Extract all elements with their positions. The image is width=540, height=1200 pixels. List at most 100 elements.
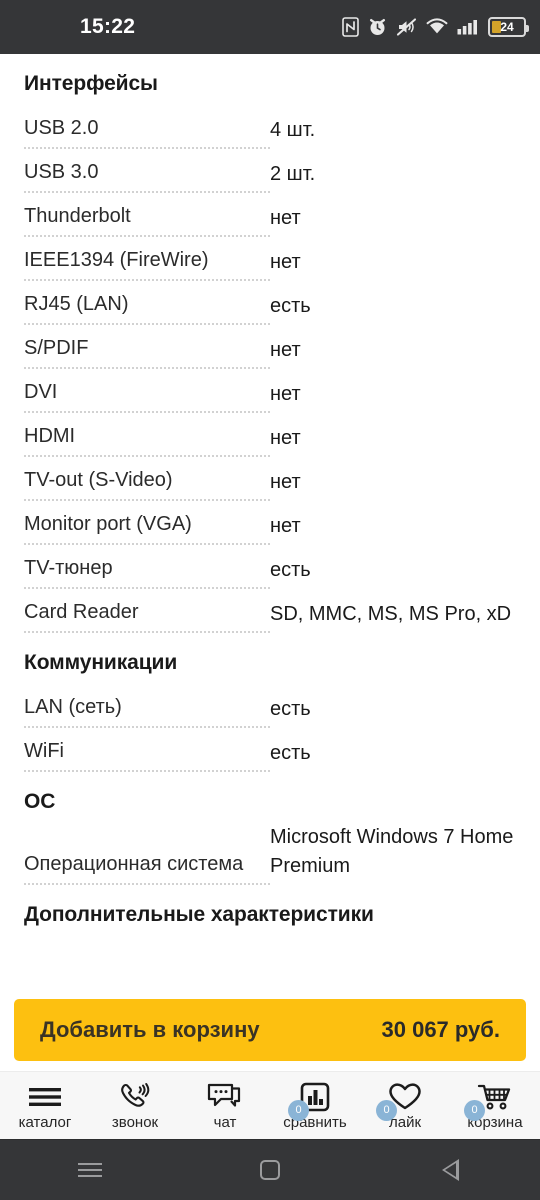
- spec-value: нет: [270, 383, 301, 405]
- spec-label-cell: RJ45 (LAN): [24, 290, 270, 325]
- spec-value: нет: [270, 427, 301, 449]
- spec-value: есть: [270, 295, 311, 317]
- tab-call[interactable]: звонок: [90, 1072, 180, 1139]
- mute-icon: [396, 18, 417, 36]
- home-button[interactable]: [240, 1140, 300, 1200]
- spec-value: есть: [270, 698, 311, 720]
- spec-row: Monitor port (VGA) нет: [24, 501, 516, 545]
- spec-label-cell: Операционная система: [24, 850, 270, 885]
- phone-call-icon: [118, 1081, 152, 1113]
- spec-label: IEEE1394 (FireWire): [24, 246, 270, 281]
- spec-label: LAN (сеть): [24, 693, 270, 728]
- tab-call-label: звонок: [111, 1113, 159, 1131]
- spec-value: нет: [270, 207, 301, 229]
- spec-label: USB 2.0: [24, 114, 270, 149]
- spec-label: USB 3.0: [24, 158, 270, 193]
- spec-label: HDMI: [24, 422, 270, 457]
- spec-label: RJ45 (LAN): [24, 290, 270, 325]
- add-to-cart-bar: Добавить в корзину 30 067 руб.: [0, 991, 540, 1071]
- tab-cart[interactable]: 0 корзина: [450, 1072, 540, 1139]
- spec-label: TV-тюнер: [24, 554, 270, 589]
- back-icon: [441, 1159, 459, 1181]
- android-system-navigation: [0, 1139, 540, 1200]
- spec-row: Card Reader SD, MMC, MS, MS Pro, xD: [24, 589, 516, 633]
- spec-value: есть: [270, 742, 311, 764]
- battery-percent-label: 24: [500, 20, 514, 34]
- spec-label-cell: Card Reader: [24, 598, 270, 633]
- compare-bar-chart-icon: 0: [288, 1081, 330, 1121]
- spec-label: TV-out (S-Video): [24, 466, 270, 501]
- spec-section-title: Дополнительные характеристики: [24, 903, 374, 926]
- spec-value: нет: [270, 339, 301, 361]
- app-bottom-navigation: каталог звонок чат 0 сравнить 0 лайк 0 к…: [0, 1071, 540, 1139]
- spec-label-cell: USB 3.0: [24, 158, 270, 193]
- chat-bubble-icon: [206, 1081, 244, 1113]
- home-icon: [260, 1160, 280, 1180]
- product-price: 30 067 руб.: [381, 1017, 501, 1042]
- tab-compare[interactable]: 0 сравнить: [270, 1072, 360, 1139]
- tab-like[interactable]: 0 лайк: [360, 1072, 450, 1139]
- spec-section-title: Интерфейсы: [24, 72, 158, 95]
- spec-row: RJ45 (LAN) есть: [24, 281, 516, 325]
- heart-icon: 0: [376, 1081, 422, 1121]
- spec-label: Monitor port (VGA): [24, 510, 270, 545]
- spec-row: IEEE1394 (FireWire) нет: [24, 237, 516, 281]
- spec-label: DVI: [24, 378, 270, 413]
- hamburger-menu-icon: [27, 1081, 63, 1113]
- spec-value: нет: [270, 251, 301, 273]
- spec-label-cell: TV-тюнер: [24, 554, 270, 589]
- cart-count-badge: 0: [464, 1099, 485, 1121]
- spec-label-cell: Thunderbolt: [24, 202, 270, 237]
- add-to-cart-button[interactable]: Добавить в корзину 30 067 руб.: [14, 999, 526, 1061]
- spec-label-cell: USB 2.0: [24, 114, 270, 149]
- tab-chat[interactable]: чат: [180, 1072, 270, 1139]
- spec-row: TV-out (S-Video) нет: [24, 457, 516, 501]
- spec-value: 2 шт.: [270, 163, 316, 185]
- spec-label-cell: DVI: [24, 378, 270, 413]
- compare-count-badge: 0: [288, 1099, 309, 1121]
- spec-value: SD, MMC, MS, MS Pro, xD: [270, 603, 512, 625]
- spec-value: нет: [270, 515, 301, 537]
- spec-label-cell: IEEE1394 (FireWire): [24, 246, 270, 281]
- spec-row: USB 2.0 4 шт.: [24, 105, 516, 149]
- spec-row: Операционная система Microsoft Windows 7 …: [24, 823, 516, 885]
- cellular-signal-icon: [457, 20, 477, 35]
- spec-label: Thunderbolt: [24, 202, 270, 237]
- tab-chat-label: чат: [213, 1113, 237, 1131]
- spec-label: Операционная система: [24, 850, 270, 885]
- nfc-icon: [342, 17, 359, 37]
- add-to-cart-label: Добавить в корзину: [40, 1017, 260, 1042]
- tab-catalog[interactable]: каталог: [0, 1072, 90, 1139]
- status-bar-clock: 15:22: [80, 15, 136, 38]
- like-count-badge: 0: [376, 1099, 397, 1121]
- spec-label-cell: HDMI: [24, 422, 270, 457]
- spec-label: S/PDIF: [24, 334, 270, 369]
- battery-icon: 24: [488, 17, 529, 37]
- spec-row: USB 3.0 2 шт.: [24, 149, 516, 193]
- product-specifications-list[interactable]: Интерфейсы USB 2.0 4 шт. USB 3.0 2 шт. Thunde…: [0, 54, 540, 1015]
- spec-row: HDMI нет: [24, 413, 516, 457]
- alarm-icon: [370, 19, 385, 35]
- spec-value: 4 шт.: [270, 119, 316, 141]
- spec-label-cell: S/PDIF: [24, 334, 270, 369]
- spec-row: TV-тюнер есть: [24, 545, 516, 589]
- spec-section-title: Коммуникации: [24, 651, 178, 674]
- spec-row: S/PDIF нет: [24, 325, 516, 369]
- spec-label-cell: Monitor port (VGA): [24, 510, 270, 545]
- spec-value: нет: [270, 471, 301, 493]
- spec-row: Thunderbolt нет: [24, 193, 516, 237]
- recents-button[interactable]: [60, 1140, 120, 1200]
- spec-section-title: ОС: [24, 790, 56, 813]
- spec-value: есть: [270, 559, 311, 581]
- back-button[interactable]: [420, 1140, 480, 1200]
- spec-label-cell: WiFi: [24, 737, 270, 772]
- shopping-cart-icon: 0: [464, 1081, 514, 1121]
- spec-label: WiFi: [24, 737, 270, 772]
- status-bar-icons: 24: [342, 17, 529, 37]
- spec-label: Card Reader: [24, 598, 270, 633]
- spec-row: WiFi есть: [24, 728, 516, 772]
- spec-label-cell: TV-out (S-Video): [24, 466, 270, 501]
- recents-icon: [78, 1163, 102, 1177]
- wifi-icon: [426, 18, 448, 34]
- spec-value: Microsoft Windows 7 Home Premium: [270, 826, 514, 877]
